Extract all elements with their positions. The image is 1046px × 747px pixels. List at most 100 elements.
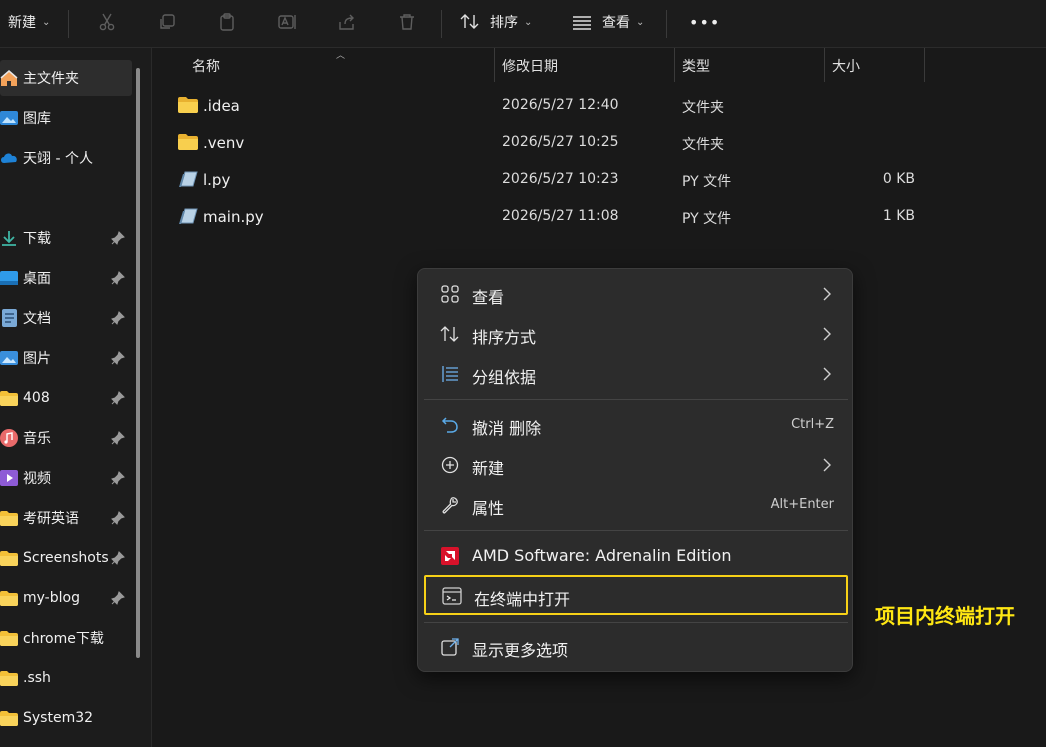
onedrive-icon: [0, 149, 18, 167]
view-button[interactable]: 查看 ⌄: [572, 0, 644, 44]
pin-icon[interactable]: [111, 591, 125, 605]
sidebar-item-label: 下载: [23, 231, 51, 247]
sidebar-item-label: 408: [23, 390, 50, 406]
sidebar-item-label: 考研英语: [23, 511, 79, 527]
pin-icon[interactable]: [111, 351, 125, 365]
sidebar-item-my-blog[interactable]: my-blog: [0, 580, 132, 616]
menu-item-group-by[interactable]: 分组依据: [424, 355, 848, 393]
menu-item-label: 新建: [472, 459, 505, 478]
file-row[interactable]: .venv 2026/5/27 10:25 文件夹: [152, 124, 1046, 161]
new-button[interactable]: 新建 ⌄: [8, 0, 50, 44]
file-size: 1 KB: [882, 208, 915, 224]
column-header-type[interactable]: 类型: [682, 56, 710, 76]
column-divider[interactable]: [674, 48, 675, 82]
chevron-down-icon: ⌄: [524, 16, 533, 28]
add-circle-icon: [440, 455, 460, 475]
sort-icon: [460, 14, 479, 29]
sidebar-item-label: System32: [23, 710, 94, 726]
menu-separator: [424, 399, 848, 400]
file-row[interactable]: l.py 2026/5/27 10:23 PY 文件 0 KB: [152, 161, 1046, 198]
sidebar-item-408[interactable]: 408: [0, 380, 132, 416]
copy-icon[interactable]: [155, 10, 179, 34]
pin-icon[interactable]: [111, 551, 125, 565]
video-icon: [0, 469, 18, 487]
sidebar-item-label: .ssh: [23, 670, 51, 686]
column-header-row: ︿ 名称 修改日期 类型 大小: [152, 48, 1046, 84]
pin-icon[interactable]: [111, 511, 125, 525]
python-file-icon: [179, 208, 198, 224]
pin-icon[interactable]: [111, 271, 125, 285]
menu-item-label: 撤消 删除: [472, 419, 542, 438]
file-name: main.py: [203, 208, 264, 226]
more-options-button[interactable]: •••: [689, 0, 720, 44]
sidebar-item-onedrive[interactable]: 天翊 - 个人: [0, 140, 132, 176]
folder-icon: [0, 589, 18, 607]
folder-icon: [0, 549, 18, 567]
sidebar-item-chrome-downloads[interactable]: chrome下载: [0, 620, 132, 656]
command-bar: 新建 ⌄ 排序 ⌄ 查看 ⌄ •••: [0, 0, 1046, 48]
menu-item-shortcut: Ctrl+Z: [791, 417, 834, 432]
group-list-icon: [440, 364, 460, 384]
menu-item-new[interactable]: 新建: [424, 446, 848, 484]
sidebar-item-pictures[interactable]: 图片: [0, 340, 132, 376]
pin-icon[interactable]: [111, 471, 125, 485]
pictures-icon: [0, 349, 18, 367]
sidebar-item-label: chrome下载: [23, 631, 104, 647]
toolbar-divider: [68, 10, 69, 38]
menu-item-amd-software[interactable]: AMD Software: Adrenalin Edition: [424, 537, 848, 575]
pin-icon[interactable]: [111, 231, 125, 245]
column-divider[interactable]: [494, 48, 495, 82]
file-modified: 2026/5/27 12:40: [502, 97, 619, 113]
column-divider[interactable]: [924, 48, 925, 82]
navigation-pane: 主文件夹 图库 天翊 - 个人 下载 桌面 文档 图片 408 音乐 视频 考研…: [0, 48, 152, 747]
menu-item-label: 分组依据: [472, 368, 537, 387]
file-size: 0 KB: [882, 171, 915, 187]
sidebar-item-gallery[interactable]: 图库: [0, 100, 132, 136]
folder-icon: [0, 509, 18, 527]
file-row[interactable]: main.py 2026/5/27 11:08 PY 文件 1 KB: [152, 198, 1046, 235]
column-header-size[interactable]: 大小: [832, 56, 860, 76]
view-list-icon: [573, 16, 591, 30]
file-type: 文件夹: [682, 100, 724, 116]
menu-item-sort-by[interactable]: 排序方式: [424, 315, 848, 353]
menu-item-undo-delete[interactable]: 撤消 删除 Ctrl+Z: [424, 406, 848, 444]
home-icon: [0, 69, 18, 87]
menu-item-view[interactable]: 查看: [424, 275, 848, 313]
folder-icon: [0, 389, 18, 407]
music-icon: [0, 429, 18, 447]
column-header-name[interactable]: 名称: [192, 56, 220, 76]
folder-icon: [0, 709, 18, 727]
sidebar-item-downloads[interactable]: 下载: [0, 220, 132, 256]
sidebar-item-home[interactable]: 主文件夹: [0, 60, 132, 96]
sidebar-item-documents[interactable]: 文档: [0, 300, 132, 336]
pin-icon[interactable]: [111, 311, 125, 325]
cut-icon[interactable]: [95, 10, 119, 34]
sidebar-item-kaoyan-english[interactable]: 考研英语: [0, 500, 132, 536]
sidebar-item-music[interactable]: 音乐: [0, 420, 132, 456]
column-header-modified[interactable]: 修改日期: [502, 56, 558, 76]
sidebar-scrollbar[interactable]: [136, 68, 140, 658]
column-divider[interactable]: [824, 48, 825, 82]
chevron-down-icon: ⌄: [636, 16, 645, 28]
file-row[interactable]: .idea 2026/5/27 12:40 文件夹: [152, 87, 1046, 124]
sidebar-item-screenshots[interactable]: Screenshots: [0, 540, 132, 576]
pin-icon[interactable]: [111, 431, 125, 445]
sidebar-item-desktop[interactable]: 桌面: [0, 260, 132, 296]
menu-separator: [424, 530, 848, 531]
sidebar-item-videos[interactable]: 视频: [0, 460, 132, 496]
rename-icon[interactable]: [275, 10, 299, 34]
sort-button[interactable]: 排序 ⌄: [460, 0, 532, 44]
sort-icon: [440, 324, 460, 344]
amd-logo-icon: [440, 546, 460, 566]
menu-item-open-in-terminal[interactable]: 在终端中打开: [424, 575, 848, 615]
sidebar-item-ssh[interactable]: .ssh: [0, 660, 132, 696]
sidebar-item-system32[interactable]: System32: [0, 700, 132, 736]
menu-item-properties[interactable]: 属性 Alt+Enter: [424, 486, 848, 524]
annotation-label: 项目内终端打开: [875, 604, 1015, 628]
share-icon[interactable]: [335, 10, 359, 34]
menu-item-show-more-options[interactable]: 显示更多选项: [424, 628, 848, 666]
paste-icon[interactable]: [215, 10, 239, 34]
file-type: PY 文件: [682, 174, 732, 190]
pin-icon[interactable]: [111, 391, 125, 405]
delete-icon[interactable]: [395, 10, 419, 34]
